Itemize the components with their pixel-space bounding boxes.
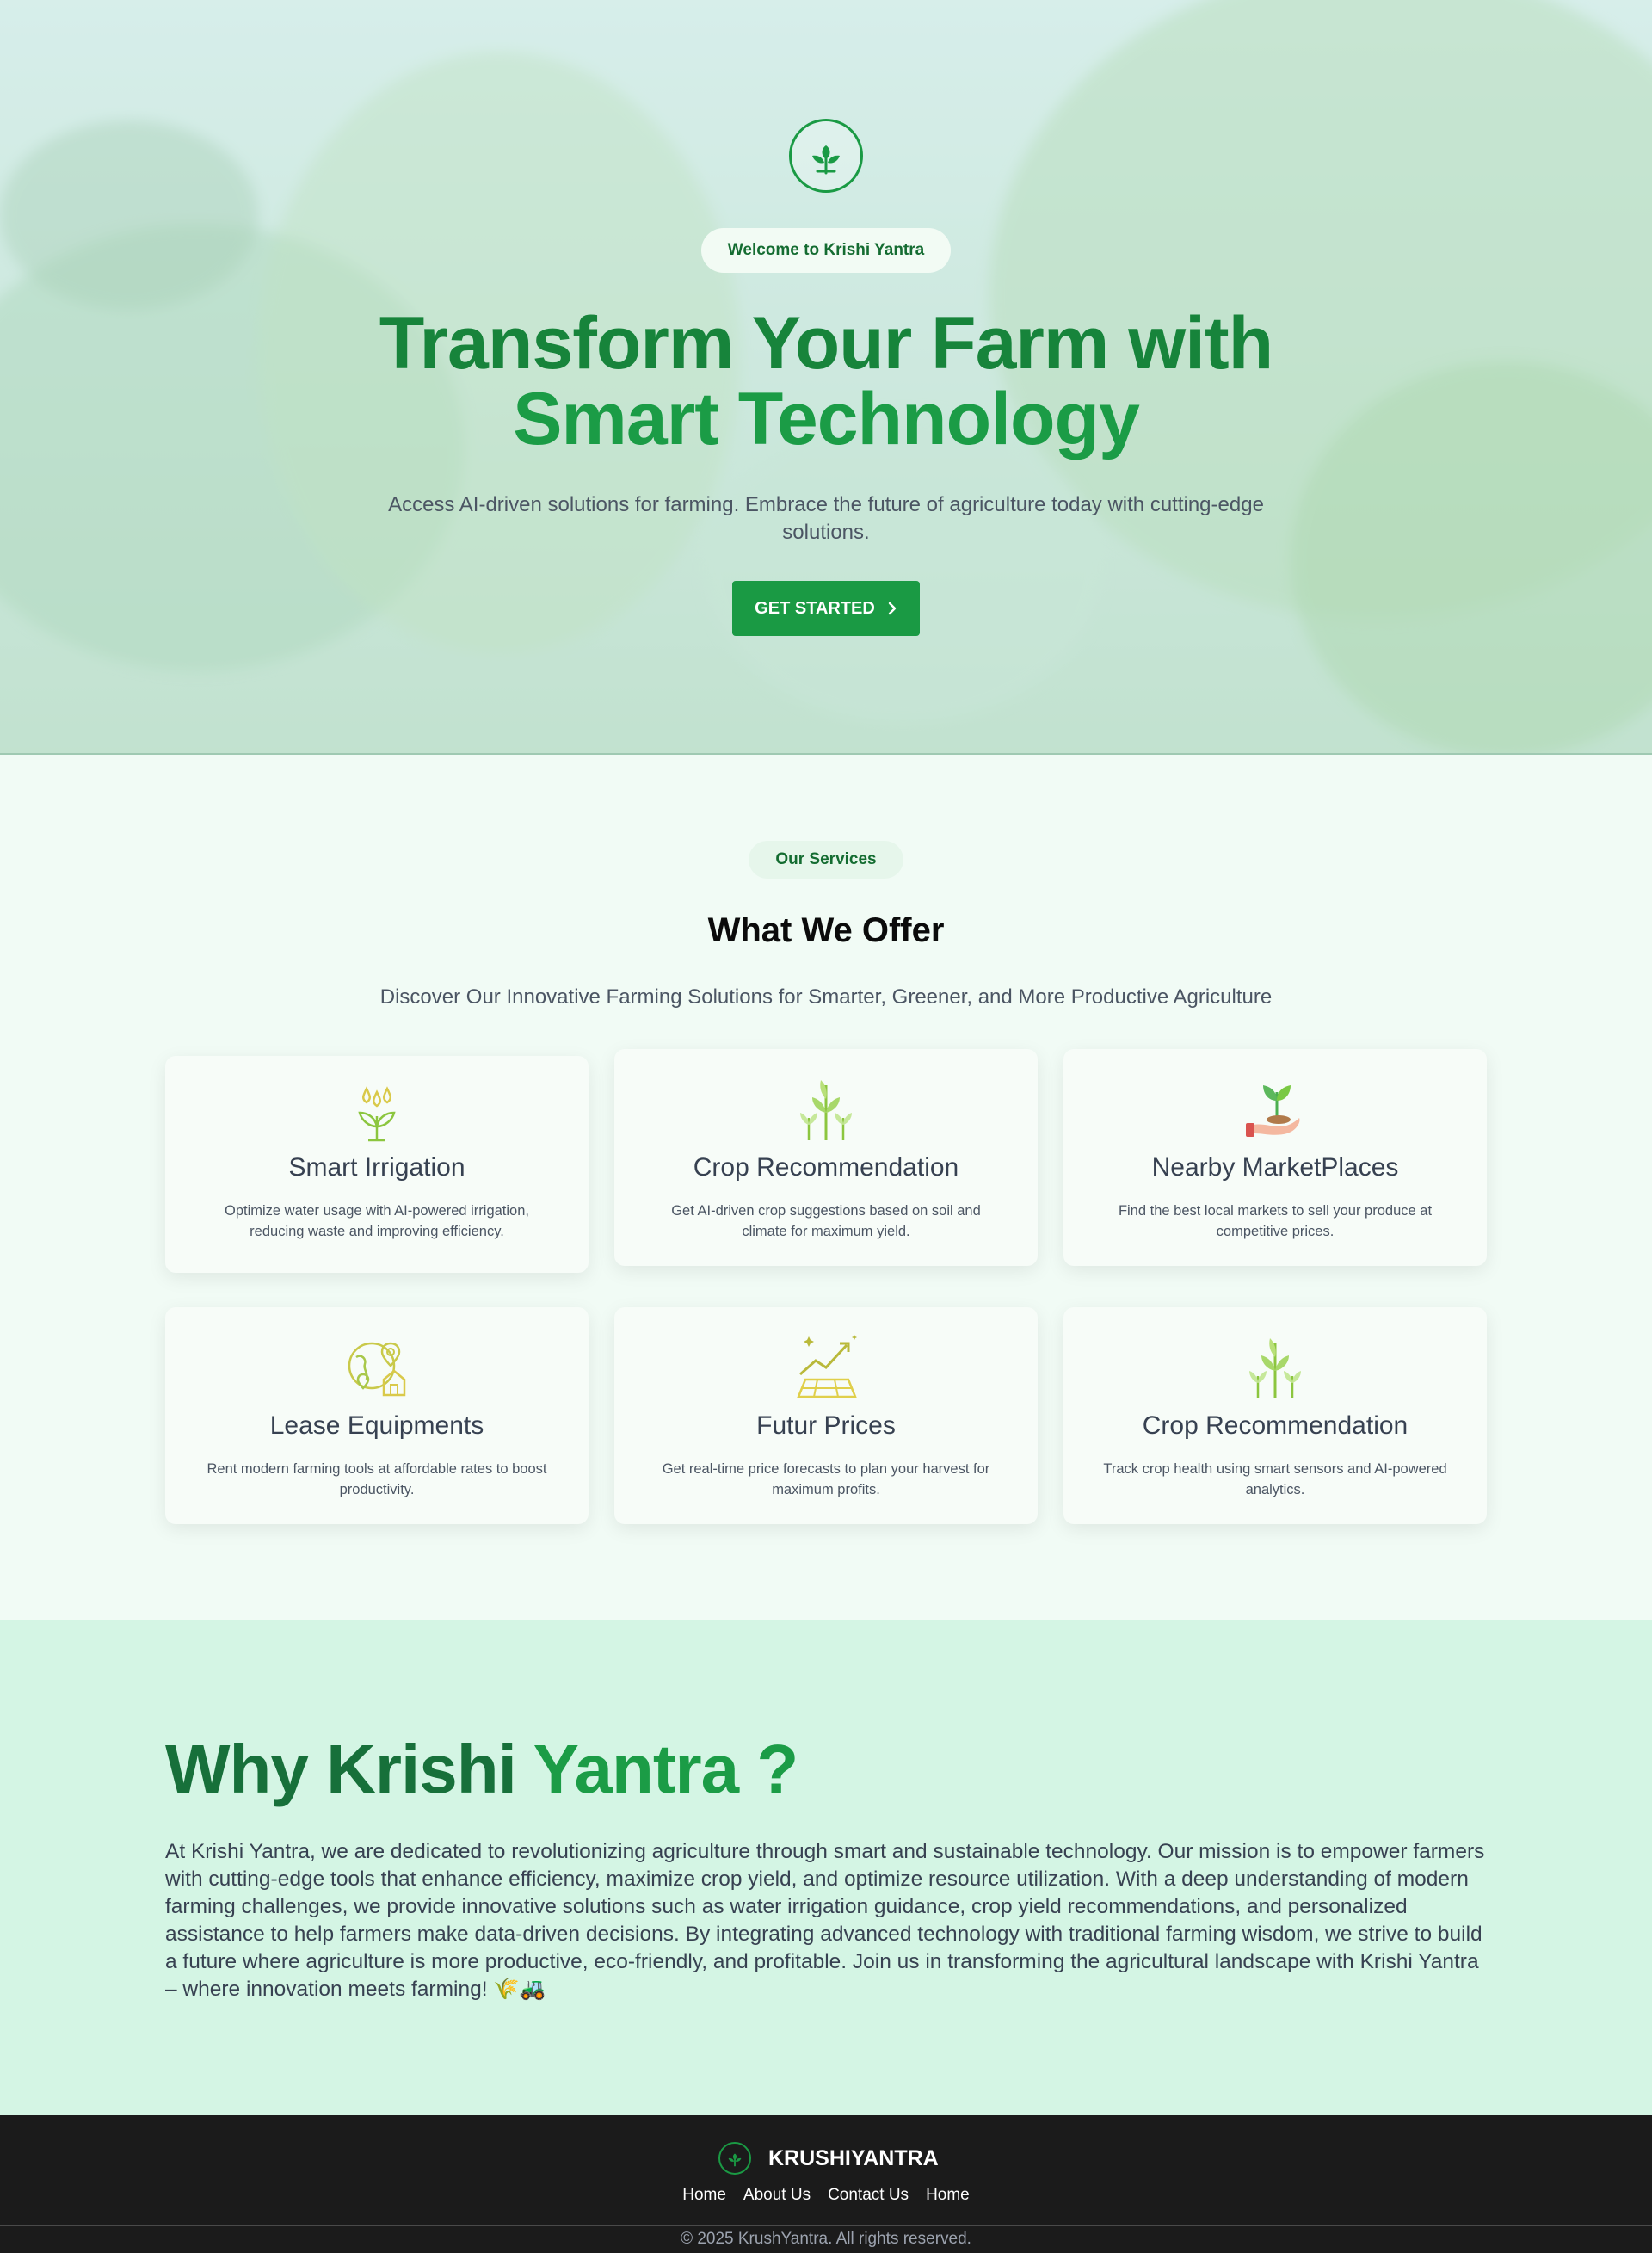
service-card-title: Lease Equipments: [269, 1411, 484, 1440]
hero-title-line1: Transform Your Farm with: [379, 302, 1273, 385]
footer-link-about[interactable]: About Us: [743, 2186, 811, 2205]
footer-nav: Home About Us Contact Us Home: [0, 2186, 1652, 2205]
service-card-title: Futur Prices: [756, 1411, 896, 1440]
service-card-description: Optimize water usage with AI-powered irr…: [225, 1203, 529, 1239]
sprout-icon: [789, 119, 863, 193]
hero-title-line2: Smart Technology: [513, 378, 1140, 460]
sprout-icon: [718, 2142, 751, 2175]
service-card-description: Get AI-driven crop suggestions based on …: [671, 1203, 981, 1239]
service-card-title: Crop Recommendation: [1142, 1411, 1409, 1440]
services-section: Our Services What We Offer Discover Our …: [0, 755, 1652, 1620]
why-title-part1: Why Krishi: [165, 1731, 517, 1807]
why-title-part2: Yantra ?: [533, 1731, 799, 1807]
service-card-title: Smart Irrigation: [288, 1153, 465, 1182]
crop-plants-icon: [1241, 1331, 1310, 1400]
service-card-nearby-marketplaces[interactable]: Nearby MarketPlaces Find the best local …: [1063, 1049, 1487, 1266]
services-title: What We Offer: [707, 911, 945, 949]
service-card-description: Rent modern farming tools at affordable …: [206, 1461, 547, 1497]
service-card-lease-equipments[interactable]: Lease Equipments Rent modern farming too…: [165, 1307, 589, 1524]
hero-section: Welcome to Krishi Yantra Transform Your …: [0, 0, 1652, 755]
globe-location-house-icon: [342, 1331, 411, 1400]
footer-brand-name: KRUSHIYANTRA: [768, 2145, 939, 2170]
service-card-crop-recommendation[interactable]: Crop Recommendation Get AI-driven crop s…: [614, 1049, 1038, 1266]
welcome-badge: Welcome to Krishi Yantra: [701, 228, 951, 273]
footer-brand[interactable]: KRUSHIYANTRA: [718, 2136, 939, 2181]
service-card-title: Nearby MarketPlaces: [1151, 1153, 1399, 1182]
footer-link-home[interactable]: Home: [682, 2186, 726, 2205]
irrigation-drops-plant-icon: [342, 1080, 411, 1149]
why-title: Why Krishi Yantra ?: [165, 1730, 798, 1809]
services-badge: Our Services: [749, 841, 903, 879]
footer: KRUSHIYANTRA Home About Us Contact Us Ho…: [0, 2115, 1652, 2253]
footer-link-contact[interactable]: Contact Us: [828, 2186, 909, 2205]
service-card-description: Find the best local markets to sell your…: [1118, 1203, 1433, 1239]
service-card-futur-prices[interactable]: Futur Prices Get real-time price forecas…: [614, 1307, 1038, 1524]
footer-divider: [0, 2225, 1652, 2226]
service-card-smart-irrigation[interactable]: Smart Irrigation Optimize water usage wi…: [165, 1056, 589, 1273]
get-started-button[interactable]: GET STARTED: [732, 581, 920, 636]
hero-subtitle: Access AI-driven solutions for farming. …: [388, 493, 1264, 544]
service-card-title: Crop Recommendation: [693, 1153, 959, 1182]
chevron-right-icon: [888, 602, 897, 615]
service-card-crop-health[interactable]: Crop Recommendation Track crop health us…: [1063, 1307, 1487, 1524]
get-started-label: GET STARTED: [755, 598, 875, 618]
growth-chart-field-icon: [792, 1331, 860, 1400]
service-card-description: Get real-time price forecasts to plan yo…: [662, 1461, 990, 1497]
why-body: At Krishi Yantra, we are dedicated to re…: [165, 1840, 1485, 2001]
service-card-description: Track crop health using smart sensors an…: [1103, 1461, 1447, 1497]
footer-copyright: © 2025 KrushYantra. All rights reserved.: [681, 2230, 971, 2248]
why-section: Why Krishi Yantra ? At Krishi Yantra, we…: [0, 1620, 1652, 2115]
footer-link-home-2[interactable]: Home: [926, 2186, 970, 2205]
services-subtitle: Discover Our Innovative Farming Solution…: [379, 985, 1273, 1009]
hand-sprout-icon: [1241, 1073, 1310, 1142]
hero-title: Transform Your Farm with Smart Technolog…: [310, 306, 1342, 457]
crop-plants-icon: [792, 1073, 860, 1142]
